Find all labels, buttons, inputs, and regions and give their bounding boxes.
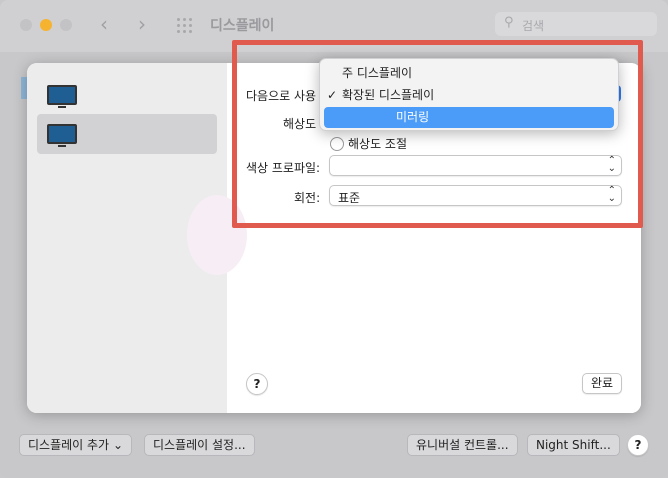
minimize-button[interactable] [40, 19, 52, 31]
monitor-icon [47, 124, 77, 147]
window-help-button[interactable]: ? [627, 434, 649, 456]
done-button[interactable]: 완료 [582, 373, 622, 394]
zoom-button[interactable] [60, 19, 72, 31]
chevron-down-icon: ⌄ [112, 438, 123, 452]
universal-control-button[interactable]: 유니버설 컨트롤... [407, 434, 518, 456]
search-icon: ⚲ [504, 15, 514, 30]
preferences-window: ‹ › 디스플레이 ⚲ 검색 다음으로 사용 해상도 해상도 조절 색상 프로파 [0, 0, 668, 478]
display-list-item-2[interactable] [37, 114, 217, 154]
display-settings-button[interactable]: 디스플레이 설정... [144, 434, 255, 456]
search-placeholder: 검색 [522, 19, 545, 33]
highlight-annotation-frame [232, 40, 643, 228]
search-field[interactable]: ⚲ 검색 [495, 12, 657, 36]
monitor-icon [47, 85, 77, 108]
window-title: 디스플레이 [210, 18, 275, 34]
show-all-grid-icon[interactable] [177, 18, 193, 34]
sheet-help-button[interactable]: ? [246, 373, 268, 395]
forward-arrow-icon[interactable]: › [138, 12, 146, 36]
night-shift-button[interactable]: Night Shift... [527, 434, 620, 456]
add-display-label: 디스플레이 추가 [28, 438, 110, 452]
display-list-item-1[interactable] [37, 75, 217, 115]
close-button[interactable] [20, 19, 32, 31]
add-display-button[interactable]: 디스플레이 추가 ⌄ [19, 434, 132, 456]
back-arrow-icon[interactable]: ‹ [100, 12, 108, 36]
